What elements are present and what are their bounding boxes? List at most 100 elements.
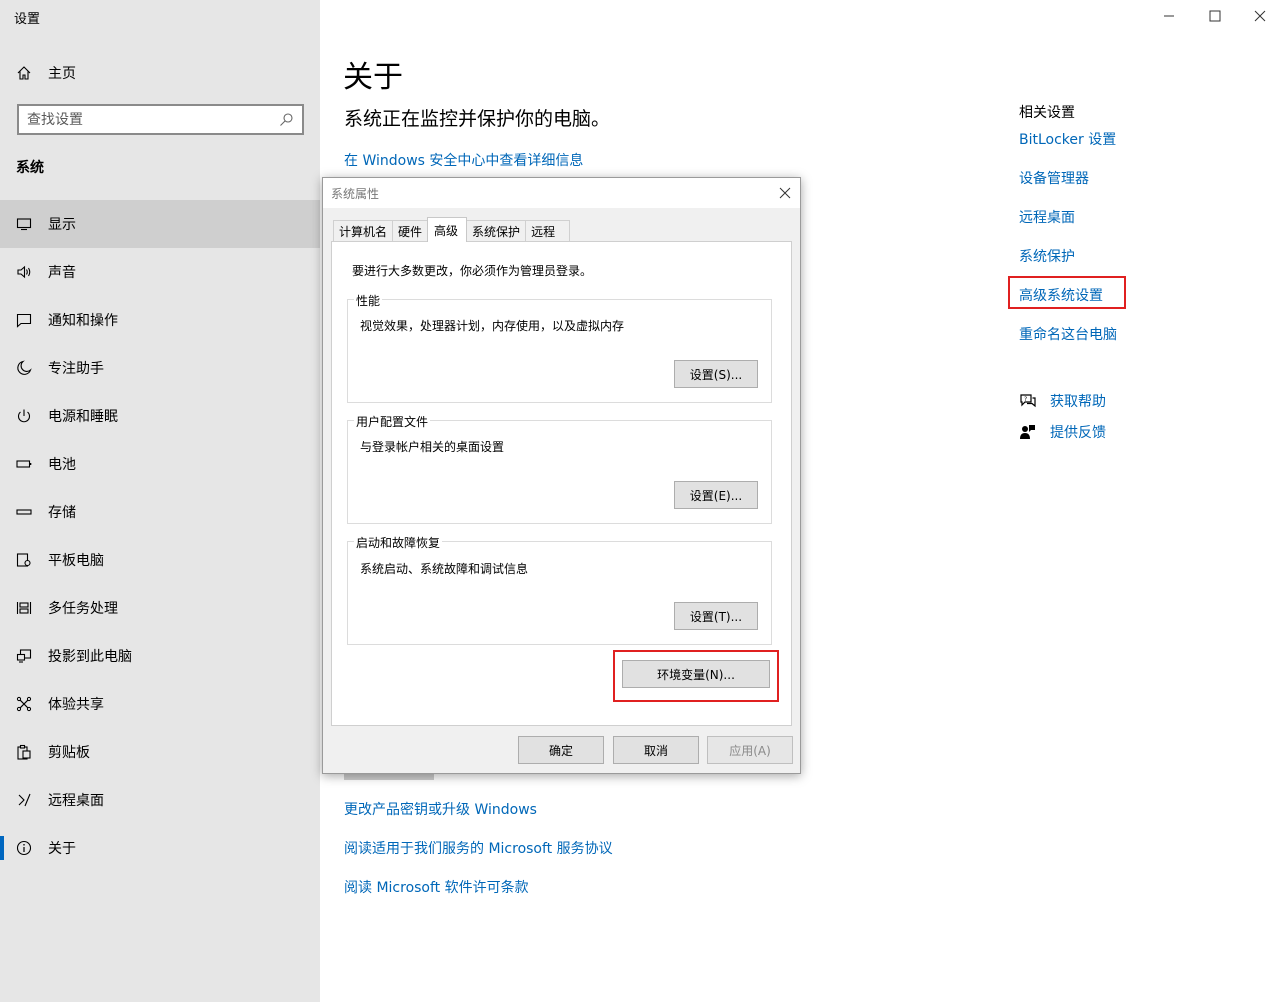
startup-recovery-group: 启动和故障恢复 系统启动、系统故障和调试信息 设置(T)...	[347, 534, 772, 645]
search-input[interactable]	[27, 111, 278, 128]
user-profile-group: 用户配置文件 与登录帐户相关的桌面设置 设置(E)...	[347, 413, 772, 524]
sidebar: 设置 主页 系统 显示 声音 通知和操作 专注助手 电源和睡眠	[0, 0, 320, 1002]
sidebar-item-home[interactable]: 主页	[0, 56, 320, 90]
sidebar-item-remote-desktop[interactable]: 远程桌面	[0, 776, 320, 824]
performance-desc: 视觉效果，处理器计划，内存使用，以及虚拟内存	[360, 319, 625, 333]
sidebar-item-label: 远程桌面	[48, 793, 104, 809]
sidebar-item-label: 显示	[48, 217, 76, 233]
startup-recovery-label: 启动和故障恢复	[354, 534, 443, 551]
bitlocker-link[interactable]: BitLocker 设置	[1019, 129, 1116, 149]
dialog-tabs: 计算机名 硬件 高级 系统保护 远程	[333, 217, 571, 242]
minimize-icon	[1164, 15, 1174, 17]
service-agreement-link[interactable]: 阅读适用于我们服务的 Microsoft 服务协议	[344, 838, 613, 858]
share-icon	[0, 696, 48, 712]
apply-button[interactable]: 应用(A)	[707, 736, 793, 764]
sidebar-item-label: 电源和睡眠	[48, 409, 118, 425]
sidebar-item-about[interactable]: 关于	[0, 824, 320, 872]
help-icon: ?	[1020, 394, 1036, 408]
product-key-link[interactable]: 更改产品密钥或升级 Windows	[344, 799, 537, 819]
feedback-row[interactable]: 提供反馈	[1019, 422, 1106, 442]
multitask-icon	[0, 600, 48, 616]
remote-icon	[0, 792, 48, 808]
sidebar-item-tablet[interactable]: 平板电脑	[0, 536, 320, 584]
sidebar-item-label: 投影到此电脑	[48, 649, 132, 665]
speaker-icon	[0, 264, 48, 280]
dialog-title: 系统属性	[331, 186, 380, 201]
sidebar-home-label: 主页	[48, 66, 76, 82]
environment-variables-button[interactable]: 环境变量(N)...	[622, 660, 770, 688]
system-protection-link[interactable]: 系统保护	[1019, 246, 1075, 266]
sidebar-item-label: 专注助手	[48, 361, 104, 377]
sidebar-item-clipboard[interactable]: 剪贴板	[0, 728, 320, 776]
sidebar-item-label: 体验共享	[48, 697, 104, 713]
performance-settings-button[interactable]: 设置(S)...	[674, 360, 758, 388]
tab-advanced[interactable]: 高级	[427, 217, 468, 242]
remote-desktop-link[interactable]: 远程桌面	[1019, 207, 1075, 227]
sidebar-nav: 显示 声音 通知和操作 专注助手 电源和睡眠 电池 存储 平板电脑 多任务处理 …	[0, 200, 320, 872]
get-help-label[interactable]: 获取帮助	[1050, 391, 1106, 411]
close-icon	[1254, 10, 1266, 22]
tab-hardware[interactable]: 硬件	[392, 220, 429, 242]
power-icon	[0, 408, 48, 424]
sidebar-item-sound[interactable]: 声音	[0, 248, 320, 296]
sidebar-item-notifications[interactable]: 通知和操作	[0, 296, 320, 344]
maximize-button[interactable]	[1192, 0, 1238, 32]
highlight-box	[1008, 276, 1126, 309]
sidebar-item-project[interactable]: 投影到此电脑	[0, 632, 320, 680]
ok-button[interactable]: 确定	[518, 736, 604, 764]
protection-status: 系统正在监控并保护你的电脑。	[344, 108, 611, 130]
maximize-icon	[1209, 10, 1221, 22]
tab-system-protection[interactable]: 系统保护	[466, 220, 527, 242]
sidebar-item-label: 电池	[48, 457, 76, 473]
search-field[interactable]	[17, 104, 304, 135]
sidebar-item-label: 关于	[48, 841, 76, 857]
notification-icon	[0, 312, 48, 328]
tab-computer-name[interactable]: 计算机名	[333, 220, 394, 242]
page-title: 关于	[343, 60, 403, 95]
system-properties-dialog: 系统属性 计算机名 硬件 高级 系统保护 远程 要进行大多数更改，你必须作为管理…	[322, 177, 801, 774]
feedback-label[interactable]: 提供反馈	[1050, 422, 1106, 442]
clipboard-icon	[0, 744, 48, 760]
feedback-icon	[1020, 425, 1035, 439]
minimize-button[interactable]	[1146, 0, 1192, 32]
sidebar-item-storage[interactable]: 存储	[0, 488, 320, 536]
sidebar-item-label: 通知和操作	[48, 313, 118, 329]
rename-pc-link[interactable]: 重命名这台电脑	[1019, 324, 1117, 344]
sidebar-item-power[interactable]: 电源和睡眠	[0, 392, 320, 440]
moon-icon	[0, 360, 48, 376]
info-icon	[0, 840, 48, 856]
svg-text:?: ?	[1024, 396, 1027, 403]
sidebar-item-label: 平板电脑	[48, 553, 104, 569]
license-terms-link[interactable]: 阅读 Microsoft 软件许可条款	[344, 877, 529, 897]
startup-recovery-settings-button[interactable]: 设置(T)...	[674, 602, 758, 630]
sidebar-item-display[interactable]: 显示	[0, 200, 320, 248]
battery-icon	[0, 456, 48, 472]
sidebar-item-shared[interactable]: 体验共享	[0, 680, 320, 728]
app-title: 设置	[14, 12, 41, 27]
search-icon[interactable]	[278, 112, 294, 128]
get-help-row[interactable]: ? 获取帮助	[1019, 391, 1106, 411]
device-manager-link[interactable]: 设备管理器	[1019, 168, 1089, 188]
sidebar-item-label: 多任务处理	[48, 601, 118, 617]
cancel-button[interactable]: 取消	[613, 736, 699, 764]
tab-remote[interactable]: 远程	[525, 220, 571, 242]
user-profile-settings-button[interactable]: 设置(E)...	[674, 481, 758, 509]
sidebar-item-multitasking[interactable]: 多任务处理	[0, 584, 320, 632]
admin-note: 要进行大多数更改，你必须作为管理员登录。	[352, 264, 593, 278]
related-settings-title: 相关设置	[1019, 105, 1075, 121]
home-icon	[0, 65, 48, 81]
sidebar-item-battery[interactable]: 电池	[0, 440, 320, 488]
close-button[interactable]	[1237, 0, 1283, 32]
startup-recovery-desc: 系统启动、系统故障和调试信息	[360, 562, 529, 576]
project-icon	[0, 648, 48, 664]
dialog-titlebar[interactable]: 系统属性	[323, 178, 800, 208]
section-title: 系统	[16, 160, 44, 176]
performance-label: 性能	[354, 292, 383, 309]
sidebar-item-focus[interactable]: 专注助手	[0, 344, 320, 392]
security-center-link[interactable]: 在 Windows 安全中心中查看详细信息	[344, 150, 583, 170]
user-profile-desc: 与登录帐户相关的桌面设置	[360, 440, 505, 454]
storage-icon	[0, 504, 48, 520]
dialog-close-icon[interactable]	[778, 186, 792, 200]
monitor-icon	[0, 216, 48, 232]
user-profile-label: 用户配置文件	[354, 413, 431, 430]
